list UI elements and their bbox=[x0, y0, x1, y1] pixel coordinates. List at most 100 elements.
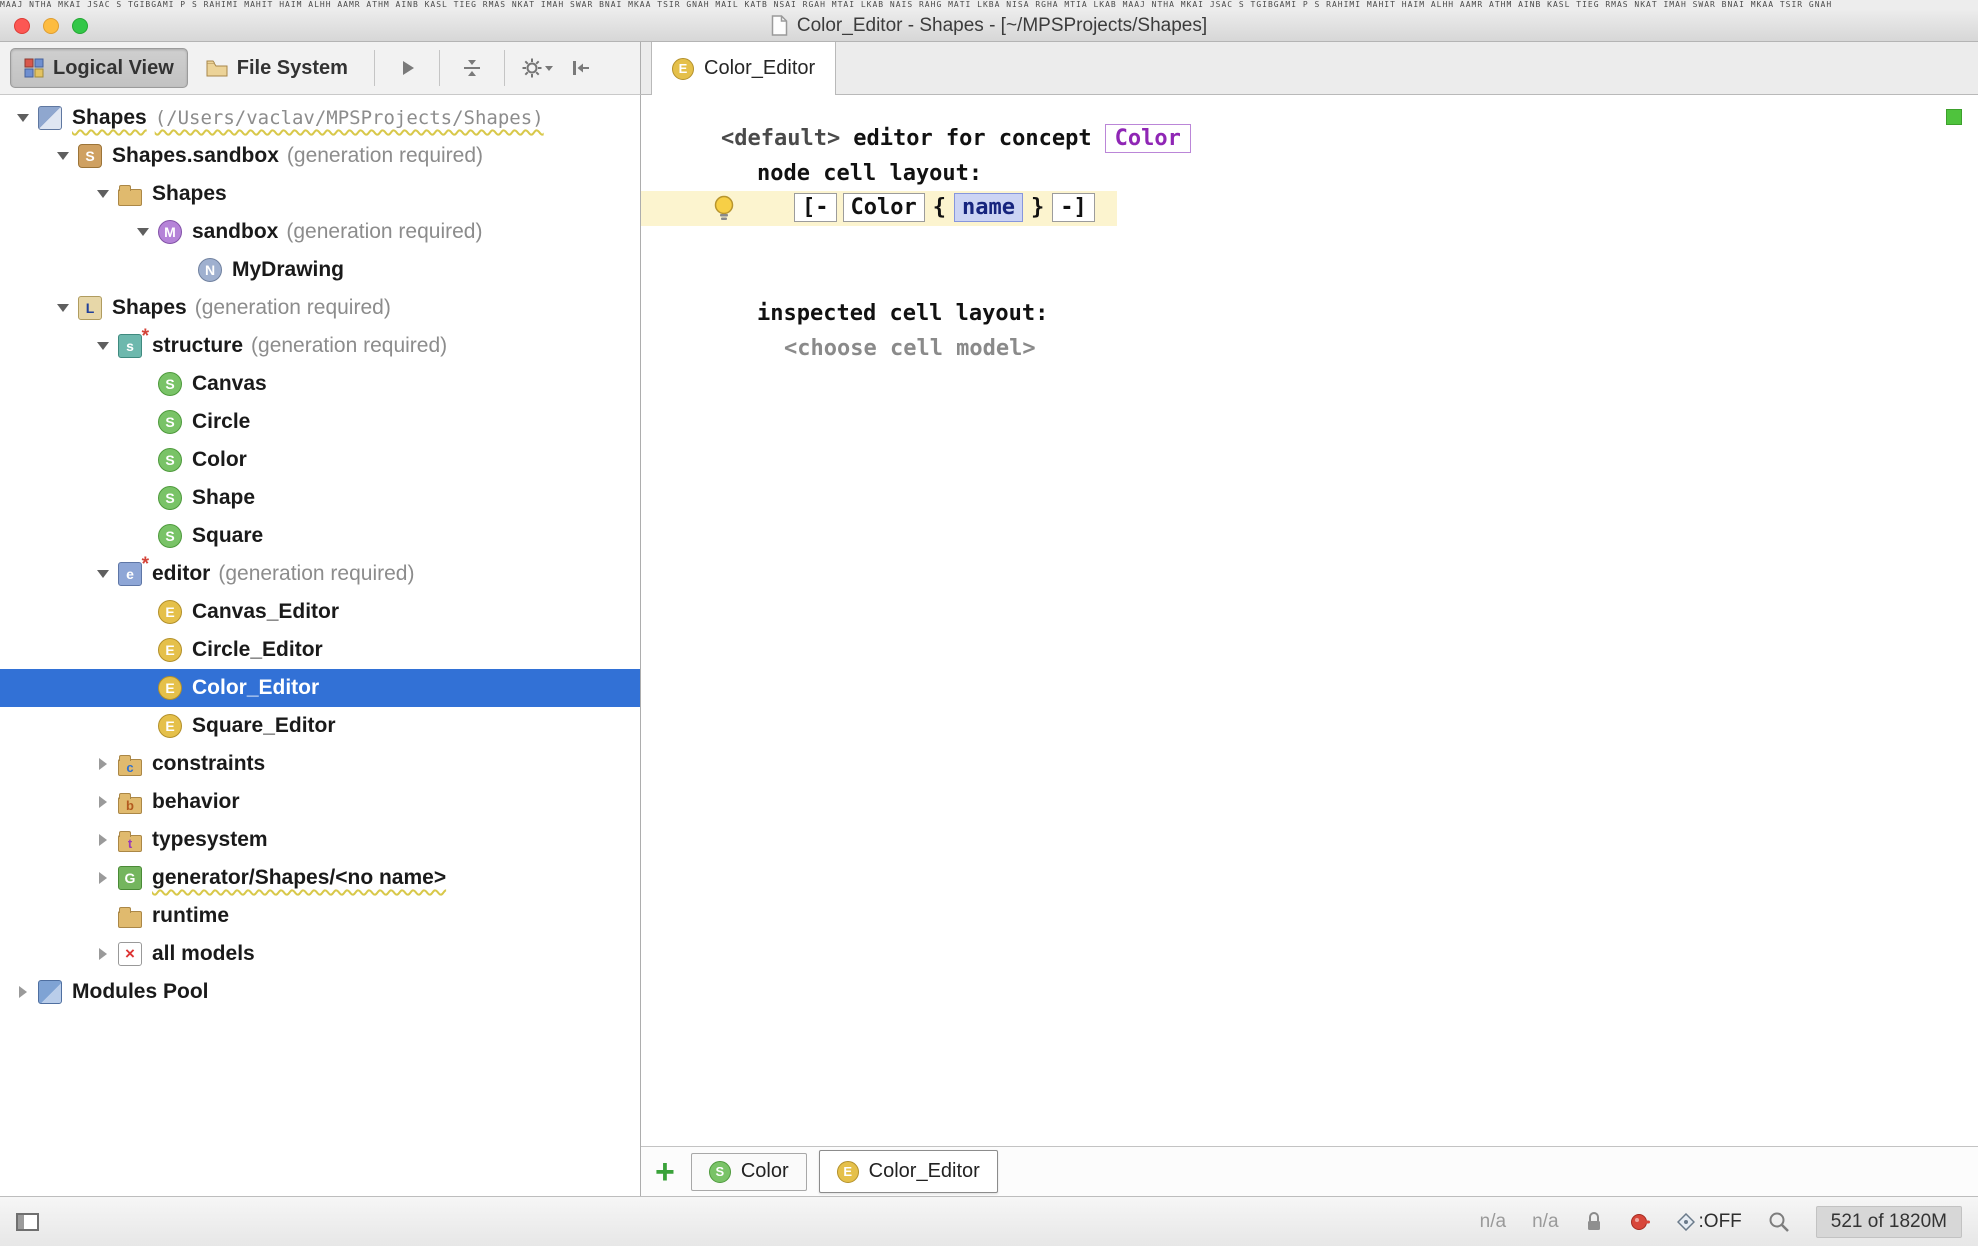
search-icon[interactable] bbox=[1768, 1211, 1790, 1233]
project-tree: Shapes(/Users/vaclav/MPSProjects/Shapes)… bbox=[0, 95, 641, 1196]
node-tab-color[interactable]: S Color bbox=[691, 1153, 807, 1191]
tree-item-label: Modules Pool bbox=[72, 980, 209, 1003]
editor-tab-label: Color_Editor bbox=[704, 57, 815, 80]
tree-item-square-editor[interactable]: ESquare_Editor bbox=[0, 707, 640, 745]
add-tab-button[interactable]: + bbox=[655, 1157, 675, 1187]
tree-item-suffix: (generation required) bbox=[218, 562, 414, 585]
encoding-widget: n/a bbox=[1532, 1211, 1558, 1233]
concept-reference[interactable]: Color bbox=[1105, 124, 1191, 153]
diamond-icon bbox=[1677, 1213, 1695, 1231]
cell-token-brace[interactable]: { bbox=[931, 194, 948, 221]
editor-node-icon: E bbox=[837, 1161, 859, 1183]
zoom-window-button[interactable] bbox=[72, 18, 88, 34]
tree-item-typesystem[interactable]: ttypesystem bbox=[0, 821, 640, 859]
tree-item-editor-aspect[interactable]: eeditor(generation required) bbox=[0, 555, 640, 593]
tree-item-color[interactable]: SColor bbox=[0, 441, 640, 479]
tree-item-runtime[interactable]: runtime bbox=[0, 897, 640, 935]
tree-item-behavior[interactable]: bbehavior bbox=[0, 783, 640, 821]
tree-item-square[interactable]: SSquare bbox=[0, 517, 640, 555]
tree-item-canvas[interactable]: SCanvas bbox=[0, 365, 640, 403]
tree-item-all-models[interactable]: ×all models bbox=[0, 935, 640, 973]
chevron-expanded-icon[interactable] bbox=[88, 342, 118, 350]
chevron-expanded-icon[interactable] bbox=[48, 304, 78, 312]
tree-item-modules-pool[interactable]: Modules Pool bbox=[0, 973, 640, 1011]
chevron-expanded-icon[interactable] bbox=[48, 152, 78, 160]
tree-item-suffix: (generation required) bbox=[287, 144, 483, 167]
toggle-tool-window-bars-icon[interactable] bbox=[16, 1213, 39, 1231]
tree-item-shapes-folder[interactable]: Shapes bbox=[0, 175, 640, 213]
play-icon[interactable] bbox=[387, 49, 427, 87]
tree-item-circle-editor[interactable]: ECircle_Editor bbox=[0, 631, 640, 669]
tree-item-color-editor[interactable]: EColor_Editor bbox=[0, 669, 640, 707]
logical-view-tab[interactable]: Logical View bbox=[10, 48, 188, 88]
chevron-collapsed-icon[interactable] bbox=[88, 872, 118, 884]
window-title: Color_Editor - Shapes - [~/MPSProjects/S… bbox=[797, 15, 1207, 37]
position-widget: n/a bbox=[1480, 1211, 1506, 1233]
project-icon bbox=[38, 106, 62, 130]
tree-item-label: MyDrawing bbox=[232, 258, 344, 281]
collapse-expand-icon[interactable] bbox=[452, 49, 492, 87]
chevron-collapsed-icon[interactable] bbox=[88, 834, 118, 846]
folderbadge-icon: c bbox=[118, 759, 142, 776]
intention-bulb-icon[interactable] bbox=[712, 195, 736, 221]
tree-item-label: sandbox bbox=[192, 220, 278, 243]
cell-token-property[interactable]: name bbox=[954, 193, 1023, 222]
lock-icon[interactable] bbox=[1585, 1211, 1603, 1233]
tree-item-shapes-sandbox[interactable]: SShapes.sandbox(generation required) bbox=[0, 137, 640, 175]
tree-item-label: Circle_Editor bbox=[192, 638, 323, 661]
red-indicator-icon[interactable] bbox=[1629, 1212, 1651, 1232]
tree-item-shapes-project[interactable]: Shapes(/Users/vaclav/MPSProjects/Shapes) bbox=[0, 99, 640, 137]
chevron-collapsed-icon[interactable] bbox=[8, 986, 38, 998]
tree-item-mydrawing[interactable]: N MyDrawing bbox=[0, 251, 640, 289]
tree-item-label: Canvas bbox=[192, 372, 267, 395]
chevron-expanded-icon[interactable] bbox=[128, 228, 158, 236]
chevron-expanded-icon[interactable] bbox=[88, 190, 118, 198]
error-stripe-ok-icon bbox=[1946, 109, 1962, 125]
minimize-window-button[interactable] bbox=[43, 18, 59, 34]
node-icon: N bbox=[198, 258, 222, 282]
inspected-cell-layout-label: inspected cell layout: bbox=[641, 296, 1978, 331]
file-system-tab[interactable]: File System bbox=[192, 48, 362, 88]
tree-item-shape[interactable]: SShape bbox=[0, 479, 640, 517]
tree-item-sandbox-model[interactable]: Msandbox(generation required) bbox=[0, 213, 640, 251]
logical-view-label: Logical View bbox=[53, 57, 174, 80]
editor-tab-color-editor[interactable]: E Color_Editor bbox=[651, 42, 836, 95]
editor-pane[interactable]: <default> editor for concept Color node … bbox=[641, 95, 1978, 1146]
tree-item-constraints[interactable]: cconstraints bbox=[0, 745, 640, 783]
window-controls bbox=[14, 10, 88, 41]
language-icon: L bbox=[78, 296, 102, 320]
tree-item-structure[interactable]: sstructure(generation required) bbox=[0, 327, 640, 365]
chevron-collapsed-icon[interactable] bbox=[88, 948, 118, 960]
tree-item-generator[interactable]: Ggenerator/Shapes/<no name> bbox=[0, 859, 640, 897]
cell-token-bracket[interactable]: -] bbox=[1052, 193, 1095, 222]
file-system-icon bbox=[206, 59, 228, 77]
cell-token-brace[interactable]: } bbox=[1029, 194, 1046, 221]
chevron-collapsed-icon[interactable] bbox=[88, 796, 118, 808]
tree-item-shapes-language[interactable]: LShapes(generation required) bbox=[0, 289, 640, 327]
cell-layout-row[interactable]: [-Color{name}-] bbox=[641, 191, 1978, 226]
cell-token-bracket[interactable]: [- bbox=[794, 193, 837, 222]
tree-item-label: Shapes bbox=[152, 182, 227, 205]
node-tab-color-editor[interactable]: E Color_Editor bbox=[819, 1150, 998, 1193]
mps-window: MAAJ NTHA MKAI JSAC S TGIBGAMI P S RAHIM… bbox=[0, 0, 1978, 1246]
gear-icon[interactable] bbox=[517, 49, 557, 87]
chevron-expanded-icon[interactable] bbox=[8, 114, 38, 122]
tree-item-canvas-editor[interactable]: ECanvas_Editor bbox=[0, 593, 640, 631]
chevron-expanded-icon[interactable] bbox=[88, 570, 118, 578]
hide-panel-icon[interactable] bbox=[561, 49, 601, 87]
tree-item-label: Color bbox=[192, 448, 247, 471]
toolbar-separator bbox=[439, 50, 440, 86]
generator-icon: G bbox=[118, 866, 142, 890]
default-keyword[interactable]: <default> bbox=[721, 126, 840, 151]
chevron-collapsed-icon[interactable] bbox=[88, 758, 118, 770]
tree-item-label: Shapes.sandbox bbox=[112, 144, 279, 167]
node-tab-label: Color bbox=[741, 1160, 789, 1183]
choose-cell-model[interactable]: <choose cell model> bbox=[641, 331, 1978, 366]
toolbar-separator bbox=[374, 50, 375, 86]
tree-item-label: structure bbox=[152, 334, 243, 357]
tree-item-circle[interactable]: SCircle bbox=[0, 403, 640, 441]
close-window-button[interactable] bbox=[14, 18, 30, 34]
memory-indicator[interactable]: 521 of 1820M bbox=[1816, 1206, 1962, 1238]
highlight-level-widget[interactable]: :OFF bbox=[1677, 1211, 1742, 1233]
cell-token-constant[interactable]: Color bbox=[843, 193, 925, 222]
